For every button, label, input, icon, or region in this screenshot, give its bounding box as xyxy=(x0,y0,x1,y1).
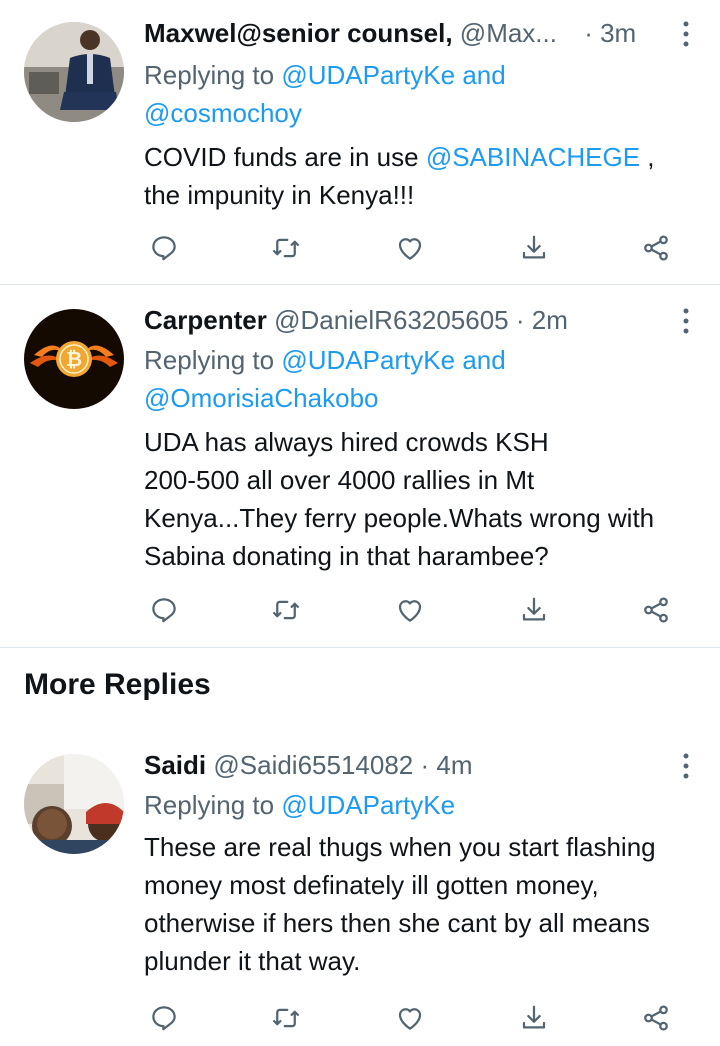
text-span: the impunity in Kenya!!! xyxy=(144,180,415,210)
reply-icon[interactable] xyxy=(144,228,184,268)
user-handle[interactable]: @Saidi65514082 xyxy=(213,750,413,780)
user-handle[interactable]: @DanielR63205605 xyxy=(274,305,509,335)
share-icon[interactable] xyxy=(636,590,676,630)
text-line: These are real thugs when you start flas… xyxy=(144,832,656,862)
more-vertical-icon[interactable] xyxy=(676,307,696,335)
text-line: 200-500 all over 4000 rallies in Mt xyxy=(144,465,535,495)
tweet-1[interactable]: Maxwel@senior counsel, @Max... · 3m Repl… xyxy=(0,0,720,285)
text-span: , xyxy=(640,142,655,172)
more-vertical-icon[interactable] xyxy=(676,752,696,780)
mention-link[interactable]: @UDAPartyKe xyxy=(281,345,455,375)
more-vertical-icon[interactable] xyxy=(676,20,696,48)
display-name[interactable]: Saidi xyxy=(144,750,206,780)
bookmark-download-icon[interactable] xyxy=(514,590,554,630)
replying-to: Replying to @UDAPartyKe and @OmorisiaCha… xyxy=(144,341,704,417)
text-line: Kenya...They ferry people.Whats wrong wi… xyxy=(144,503,655,533)
text-line: plunder it that way. xyxy=(144,946,361,976)
reply-icon[interactable] xyxy=(144,998,184,1038)
text-line: Sabina donating in that harambee? xyxy=(144,541,549,571)
mention-link[interactable]: @OmorisiaChakobo xyxy=(144,383,378,413)
timestamp[interactable]: · 2m xyxy=(516,305,568,335)
timestamp[interactable]: · 4m xyxy=(421,750,473,780)
replying-and[interactable]: and xyxy=(462,60,505,90)
replying-to: Replying to @UDAPartyKe xyxy=(144,786,704,824)
user-handle[interactable]: @Max... xyxy=(460,18,557,48)
avatar-saidi[interactable] xyxy=(24,754,124,854)
retweet-icon[interactable] xyxy=(266,590,306,630)
reply-icon[interactable] xyxy=(144,590,184,630)
mention-link[interactable]: @SABINACHEGE xyxy=(426,142,640,172)
replying-and[interactable]: and xyxy=(462,345,505,375)
display-name[interactable]: Maxwel@senior counsel, xyxy=(144,18,453,48)
divider xyxy=(0,647,720,648)
mention-link[interactable]: @UDAPartyKe xyxy=(281,60,455,90)
tweet-text: UDA has always hired crowds KSH 200-500 … xyxy=(144,423,704,575)
mention-link[interactable]: @cosmochoy xyxy=(144,98,302,128)
replying-label: Replying to xyxy=(144,345,275,375)
text-line: otherwise if hers then she cant by all m… xyxy=(144,908,650,938)
replying-label: Replying to xyxy=(144,790,275,820)
bookmark-download-icon[interactable] xyxy=(514,228,554,268)
mention-link[interactable]: @UDAPartyKe xyxy=(281,790,455,820)
heart-icon[interactable] xyxy=(390,228,430,268)
retweet-icon[interactable] xyxy=(266,228,306,268)
timestamp[interactable]: · 3m xyxy=(584,18,636,48)
tweet-2[interactable]: ₿ Carpenter @DanielR63205605 · 2m Replyi… xyxy=(0,285,720,647)
avatar-carpenter[interactable]: ₿ xyxy=(24,309,124,409)
avatar-maxwel[interactable] xyxy=(24,22,124,122)
replying-to: Replying to @UDAPartyKe and @cosmochoy xyxy=(144,56,704,132)
heart-icon[interactable] xyxy=(390,590,430,630)
tweet-text: COVID funds are in use @SABINACHEGE , th… xyxy=(144,138,704,214)
text-line: UDA has always hired crowds KSH xyxy=(144,427,549,457)
bookmark-download-icon[interactable] xyxy=(514,998,554,1038)
share-icon[interactable] xyxy=(636,998,676,1038)
display-name[interactable]: Carpenter xyxy=(144,305,267,335)
tweet-3[interactable]: Saidi @Saidi65514082 · 4m Replying to @U… xyxy=(0,730,720,1046)
retweet-icon[interactable] xyxy=(266,998,306,1038)
tweet-text: These are real thugs when you start flas… xyxy=(144,828,704,980)
text-line: money most definately ill gotten money, xyxy=(144,870,599,900)
heart-icon[interactable] xyxy=(390,998,430,1038)
text-span: COVID funds are in use xyxy=(144,142,426,172)
replying-label: Replying to xyxy=(144,60,275,90)
more-replies-heading: More Replies xyxy=(24,668,211,701)
svg-text:₿: ₿ xyxy=(66,347,82,371)
share-icon[interactable] xyxy=(636,228,676,268)
